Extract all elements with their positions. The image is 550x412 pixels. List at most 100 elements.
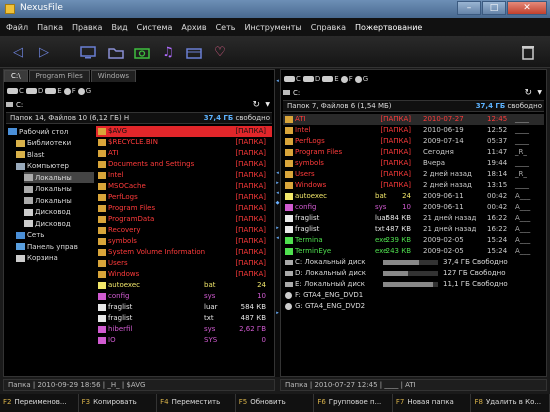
file-row[interactable]: fraglist txt 487 КВ: [96, 313, 272, 324]
menu-item[interactable]: Вид: [111, 23, 127, 32]
file-row[interactable]: Termina exe 239 КВ 2009-02-05 15:24 A___: [283, 235, 544, 246]
file-row[interactable]: fraglist txt 487 КВ 21 дней назад 16:22 A___: [283, 224, 544, 235]
tree-node[interactable]: Локальны: [24, 184, 94, 195]
tree-node[interactable]: Библиотеки: [16, 138, 94, 149]
file-row[interactable]: MSOCache [ПАПКА]: [96, 181, 272, 192]
chevron-down-icon[interactable]: ▼: [265, 101, 270, 108]
file-row[interactable]: $AVG [ПАПКА]: [96, 126, 272, 137]
file-row[interactable]: autoexec bat 24: [96, 280, 272, 291]
menu-item[interactable]: Файл: [6, 23, 28, 32]
file-row[interactable]: config sys 10 2009-06-11 00:42 A___: [283, 202, 544, 213]
function-key-bar: F2 Переименов... F3 Копировать F4 Переместить…: [0, 394, 550, 412]
heart-icon[interactable]: ♡: [210, 42, 230, 62]
drive-row[interactable]: C: Локальный диск 37,4 ГБ Свободно: [283, 257, 544, 268]
monitor-icon[interactable]: [78, 42, 98, 62]
tree-node[interactable]: Корзина: [16, 253, 94, 264]
tree-node[interactable]: Дисковод: [24, 218, 94, 229]
file-row[interactable]: System Volume Information [ПАПКА]: [96, 247, 272, 258]
tree-node[interactable]: Дисковод: [24, 207, 94, 218]
file-row[interactable]: $RECYCLE.BIN [ПАПКА]: [96, 137, 272, 148]
function-key-f7[interactable]: F7 Новая папка: [393, 394, 472, 412]
minimize-button[interactable]: –: [457, 1, 481, 15]
function-key-f6[interactable]: F6 Групповое п...: [314, 394, 393, 412]
file-row[interactable]: Program Files [ПАПКА] Сегодня 11:47 _R_: [283, 147, 544, 158]
function-key-label: Переименов...: [14, 398, 67, 406]
trash-icon[interactable]: [518, 42, 538, 62]
file-row[interactable]: IO SYS 0: [96, 335, 272, 346]
tree-node[interactable]: Локальны: [24, 195, 94, 206]
menu-item[interactable]: Справка: [311, 23, 346, 32]
file-row[interactable]: TerminEye exe 243 КВ 2009-02-05 15:24 A___: [283, 246, 544, 257]
tree-node[interactable]: Локальны: [24, 172, 94, 183]
file-row[interactable]: autoexec bat 24 2009-06-11 00:42 A___: [283, 191, 544, 202]
maximize-button[interactable]: □: [482, 1, 506, 15]
drive-button[interactable]: F: [63, 85, 76, 97]
menu-item[interactable]: Архив: [181, 23, 206, 32]
drive-button[interactable]: F: [340, 73, 353, 85]
file-row[interactable]: Users [ПАПКА]: [96, 258, 272, 269]
menu-item[interactable]: Папка: [37, 23, 63, 32]
tree-node[interactable]: Компьютер: [16, 161, 94, 172]
file-row[interactable]: Program Files [ПАПКА]: [96, 203, 272, 214]
drive-button[interactable]: C: [284, 73, 301, 85]
back-arrow-icon[interactable]: ◁: [8, 42, 28, 62]
file-row[interactable]: symbols [ПАПКА]: [96, 236, 272, 247]
file-row[interactable]: Windows [ПАПКА] 2 дней назад 13:15 ____: [283, 180, 544, 191]
menu-item[interactable]: Система: [137, 23, 173, 32]
file-row[interactable]: Intel [ПАПКА]: [96, 170, 272, 181]
file-row[interactable]: PerfLogs [ПАПКА] 2009-07-14 05:37 ____: [283, 136, 544, 147]
menu-item[interactable]: Пожертвование: [355, 23, 422, 32]
folder-icon[interactable]: [106, 42, 126, 62]
music-icon[interactable]: ♫: [158, 42, 178, 62]
file-row[interactable]: ProgramData [ПАПКА]: [96, 214, 272, 225]
file-row[interactable]: symbols [ПАПКА] Вчера 19:44 ____: [283, 158, 544, 169]
function-key-f8[interactable]: F8 Удалить в Ко...: [471, 394, 550, 412]
tree-node[interactable]: Blast: [16, 149, 94, 160]
video-icon[interactable]: [184, 42, 204, 62]
refresh-icon[interactable]: ↻: [252, 100, 260, 110]
tab[interactable]: Program Files: [28, 70, 90, 82]
menu-item[interactable]: Инструменты: [244, 23, 301, 32]
tree-node[interactable]: Панель управ: [16, 241, 94, 252]
drive-button[interactable]: E: [45, 85, 62, 97]
file-row[interactable]: PerfLogs [ПАПКА]: [96, 192, 272, 203]
file-row[interactable]: fraglist luar 584 КВ: [96, 302, 272, 313]
drive-button[interactable]: G: [354, 73, 368, 85]
tree-node[interactable]: Рабочий стол: [8, 126, 94, 137]
drive-button[interactable]: C: [7, 85, 24, 97]
drive-row[interactable]: E: Локальный диск 11,1 ГБ Свободно: [283, 279, 544, 290]
tab[interactable]: C:\: [4, 70, 28, 82]
drive-button[interactable]: G: [77, 85, 91, 97]
close-button[interactable]: ✕: [507, 1, 547, 15]
tree-node[interactable]: Сеть: [16, 230, 94, 241]
function-key-f4[interactable]: F4 Переместить: [157, 394, 236, 412]
file-row[interactable]: ATI [ПАПКА]: [96, 148, 272, 159]
file-row[interactable]: config sys 10: [96, 291, 272, 302]
file-row[interactable]: hiberfil sys 2,62 ГВ: [96, 324, 272, 335]
file-row[interactable]: Intel [ПАПКА] 2010-06-19 12:52 ____: [283, 125, 544, 136]
drive-row[interactable]: D: Локальный диск 127 ГБ Свободно: [283, 268, 544, 279]
drive-button[interactable]: D: [302, 73, 320, 85]
tab[interactable]: Windows: [90, 70, 136, 82]
camera-icon[interactable]: [132, 42, 152, 62]
drive-button[interactable]: E: [322, 73, 339, 85]
file-row[interactable]: Documents and Settings [ПАПКА]: [96, 159, 272, 170]
refresh-icon[interactable]: ↻: [524, 88, 532, 98]
function-key-f2[interactable]: F2 Переименов...: [0, 394, 79, 412]
drive-button[interactable]: D: [25, 85, 43, 97]
menu-item[interactable]: Сеть: [216, 23, 236, 32]
forward-arrow-icon[interactable]: ▷: [34, 42, 54, 62]
drive-row[interactable]: G: GTA4_ENG_DVD2: [283, 301, 544, 312]
left-path[interactable]: C:: [16, 101, 23, 109]
function-key-f3[interactable]: F3 Копировать: [79, 394, 158, 412]
drive-row[interactable]: F: GTA4_ENG_DVD1: [283, 290, 544, 301]
file-row[interactable]: Recovery [ПАПКА]: [96, 225, 272, 236]
chevron-down-icon[interactable]: ▼: [537, 89, 542, 96]
file-row[interactable]: Users [ПАПКА] 2 дней назад 18:14 _R_: [283, 169, 544, 180]
function-key-f5[interactable]: F5 Обновить: [236, 394, 315, 412]
file-row[interactable]: ATI [ПАПКА] 2010-07-27 12:45 ____: [283, 114, 544, 125]
right-path[interactable]: C:: [293, 89, 300, 97]
file-row[interactable]: Windows [ПАПКА]: [96, 269, 272, 280]
file-row[interactable]: fraglist luar 584 КВ 21 дней назад 16:22 A___: [283, 213, 544, 224]
menu-item[interactable]: Правка: [72, 23, 102, 32]
